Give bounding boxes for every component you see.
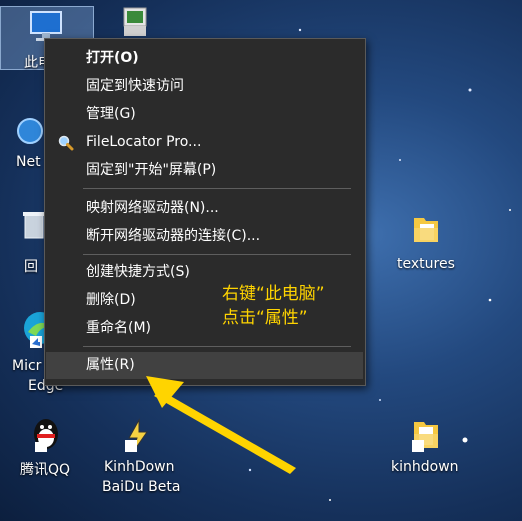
menu-item-pin-start[interactable]: 固定到"开始"屏幕(P) xyxy=(46,157,363,184)
context-menu: 打开(O) 固定到快速访问 管理(G) FileLocator Pro... 固… xyxy=(44,38,366,386)
installer-icon xyxy=(123,7,147,36)
menu-item-properties[interactable]: 属性(R) xyxy=(46,352,363,379)
menu-item-label: 断开网络驱动器的连接(C)... xyxy=(86,228,261,244)
menu-item-pin-quick-access[interactable]: 固定到快速访问 xyxy=(46,73,363,100)
lightning-icon xyxy=(125,418,148,453)
menu-separator xyxy=(83,346,351,347)
menu-item-label: 映射网络驱动器(N)... xyxy=(86,200,219,216)
qq-label: 腾讯QQ xyxy=(20,462,71,478)
menu-item-rename[interactable]: 重命名(M) xyxy=(46,315,363,342)
desktop-icon-textures[interactable] xyxy=(398,210,454,254)
qq-penguin-icon xyxy=(34,419,58,452)
desktop-icon-kinhdown-baidu[interactable] xyxy=(118,418,158,460)
menu-item-label: 删除(D) xyxy=(86,292,136,308)
menu-item-disconnect-drive[interactable]: 断开网络驱动器的连接(C)... xyxy=(46,223,363,250)
menu-item-label: 创建快捷方式(S) xyxy=(86,264,190,280)
menu-item-label: 管理(G) xyxy=(86,106,136,122)
menu-item-label: FileLocator Pro... xyxy=(86,134,202,150)
menu-item-create-shortcut[interactable]: 创建快捷方式(S) xyxy=(46,259,363,286)
kinhdown-label: kinhdown xyxy=(391,459,459,475)
menu-separator xyxy=(83,254,351,255)
kinhdown-baidu-label-1: KinhDown xyxy=(104,459,175,475)
folder-icon xyxy=(414,218,438,242)
menu-item-label: 固定到"开始"屏幕(P) xyxy=(86,162,217,178)
folder-icon xyxy=(412,422,438,452)
edge-label-1: Micr xyxy=(12,358,42,374)
menu-item-filelocator[interactable]: FileLocator Pro... xyxy=(46,129,363,156)
menu-item-manage[interactable]: 管理(G) xyxy=(46,101,363,128)
menu-item-label: 重命名(M) xyxy=(86,320,152,336)
desktop-icon-kinhdown[interactable] xyxy=(404,414,448,460)
network-icon xyxy=(17,118,43,144)
menu-item-label: 属性(R) xyxy=(86,357,135,373)
menu-item-map-drive[interactable]: 映射网络驱动器(N)... xyxy=(46,195,363,222)
menu-item-label: 固定到快速访问 xyxy=(86,78,184,94)
menu-item-open[interactable]: 打开(O) xyxy=(46,45,363,72)
network-label: Net xyxy=(16,154,41,170)
menu-separator xyxy=(83,188,351,189)
annotation-line-2: 点击“属性” xyxy=(222,308,308,328)
recycle-label: 回 xyxy=(24,259,38,275)
textures-label: textures xyxy=(397,256,455,272)
menu-item-label: 打开(O) xyxy=(86,50,139,66)
kinhdown-baidu-label-2: BaiDu Beta xyxy=(102,479,181,495)
annotation-line-1: 右键“此电脑” xyxy=(222,284,325,304)
magnifier-icon xyxy=(58,135,74,151)
desktop-icon-qq[interactable] xyxy=(24,414,68,460)
